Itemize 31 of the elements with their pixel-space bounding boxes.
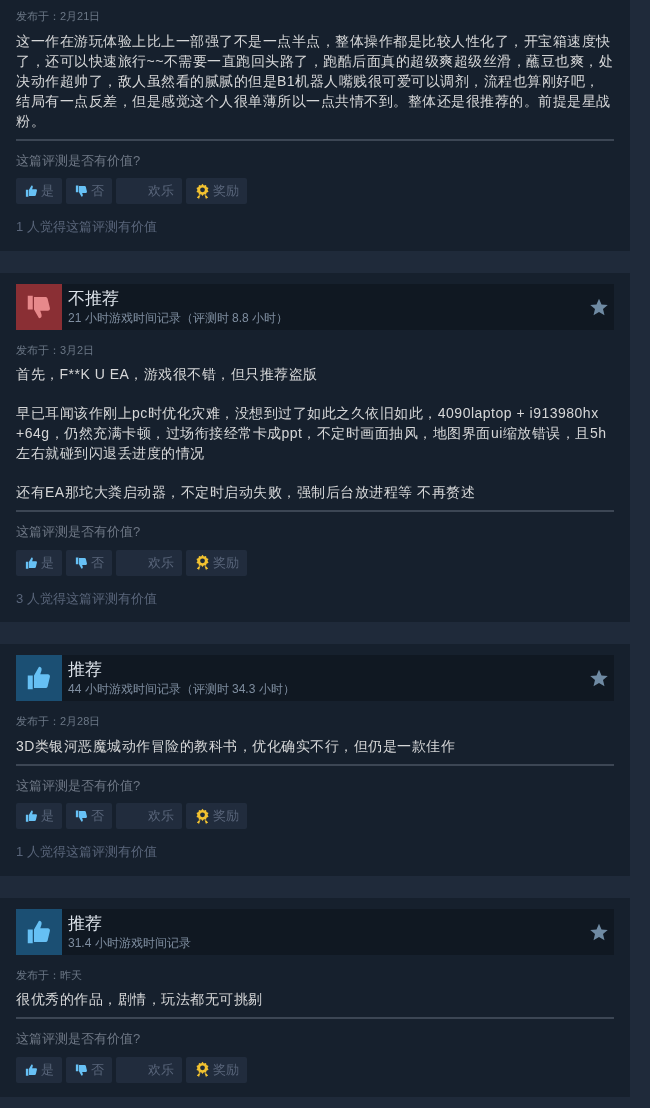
helpful-question: 这篇评测是否有价值? [16, 523, 142, 541]
helpful-question: 这篇评测是否有价值? [16, 776, 142, 795]
playtime-text: 44 小时游戏时间记录（评测时 34.3 小时） [68, 681, 296, 697]
verdict-title: 推荐 [68, 912, 103, 935]
vote-button[interactable]: 否 [66, 178, 112, 204]
review-text: 这一作在游玩体验上比上一部强了不是一点半点，整体操作都是比较人性化了，开宝箱速度快了，还可以快速旅行~~不需要一直跑回头路了，跑酷后面真的超级爽超级丝滑，蘸豆也爽，处决动作超帅了，敌人虽然看的腻腻的但是B1机器人嘴贱很可爱可以调剂，流程也算刚好吧，结局有一点反差，但是感觉这个人很单薄所以一点共情不到。整体还是很推荐的。前提是星战粉。 [16, 31, 614, 131]
vote-button[interactable]: 否 [66, 549, 112, 576]
review-text: 3D类银河恶魔城动作冒险的教科书，优化确实不行，但仍是一款佳作 [16, 736, 457, 756]
review-text: 早已耳闻该作刚上pc时优化灾难，没想到过了如此之久依旧如此，4090laptop + i913980hx +64g，仍然充满卡顿，过场衔接经常卡成ppt，不定时画面抽风，地图界面ui缩放错误，且5h左右就碰到闪退丢进度的情况 [16, 404, 608, 463]
verdict-title: 不推荐 [68, 287, 120, 310]
post-date: 发布于：2月28日 [16, 714, 102, 729]
vote-button[interactable]: 否 [66, 1056, 112, 1083]
vote-button[interactable]: 否 [66, 803, 112, 829]
post-date: 发布于：3月2日 [16, 342, 96, 358]
vote-button[interactable]: 是 [16, 1056, 62, 1083]
playtime-text: 31.4 小时游戏时间记录 [68, 934, 192, 951]
verdict-title: 推荐 [68, 659, 103, 681]
vote-button[interactable]: 是 [16, 803, 62, 829]
post-date: 发布于：昨天 [16, 967, 83, 983]
review-text: 首先，F**K U EA，游戏很不错，但只推荐盗版 [16, 365, 319, 384]
helpful-count: 1 人觉得这篇评测有价值 [16, 843, 158, 861]
vote-button[interactable]: 是 [16, 549, 62, 576]
review-text: 很优秀的作品，剧情，玩法都无可挑剔 [16, 990, 264, 1009]
vote-button[interactable]: 是 [16, 178, 62, 204]
helpful-question: 这篇评测是否有价值? [16, 151, 142, 170]
playtime-text: 21 小时游戏时间记录（评测时 8.8 小时） [68, 309, 290, 326]
post-date: 发布于：2月21日 [16, 9, 102, 24]
helpful-count: 1 人觉得这篇评测有价值 [16, 218, 158, 236]
helpful-question: 这篇评测是否有价值? [16, 1030, 142, 1048]
helpful-count: 3 人觉得这篇评测有价值 [16, 589, 158, 608]
review-text: 还有EA那坨大粪启动器，不定时启动失败，强制后台放进程等 不再赘述 [16, 483, 477, 502]
